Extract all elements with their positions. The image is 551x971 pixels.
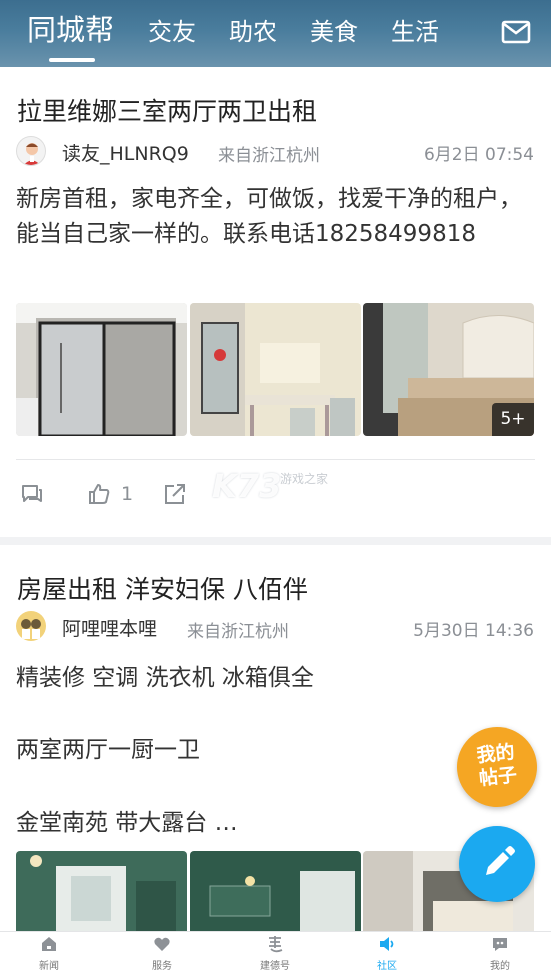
post-image-living[interactable] bbox=[16, 851, 187, 935]
nav-label: 我的 bbox=[490, 961, 510, 971]
post-body-line: 精装修 空调 洗衣机 冰箱俱全 bbox=[16, 665, 314, 691]
avatar[interactable] bbox=[16, 611, 46, 641]
post-body-line: 金堂南苑 带大露台 … bbox=[16, 810, 238, 836]
tab-jiaoyou[interactable]: 交友 bbox=[148, 14, 196, 50]
tab-zhunong[interactable]: 助农 bbox=[229, 14, 277, 50]
mail-icon[interactable] bbox=[501, 20, 531, 44]
watermark-subtitle: 游戏之家 bbox=[280, 472, 329, 486]
watermark-logo: K73 bbox=[212, 467, 282, 505]
post-time: 6月2日 07:54 bbox=[423, 145, 534, 165]
jiande-icon bbox=[269, 936, 283, 953]
post-image-bedroom[interactable]: 5+ bbox=[363, 303, 534, 436]
nav-item-mine[interactable]: 我的 bbox=[470, 934, 530, 971]
post-image-dining[interactable] bbox=[190, 303, 361, 436]
author-name[interactable]: 读友_HLNRQ9 bbox=[62, 139, 189, 166]
post-divider bbox=[16, 459, 535, 460]
compose-post-button[interactable] bbox=[459, 826, 535, 902]
my-posts-label-line2: 帖子 bbox=[477, 764, 519, 790]
tab-meishi[interactable]: 美食 bbox=[310, 14, 358, 50]
post-title[interactable]: 房屋出租 洋安妇保 八佰伴 bbox=[17, 570, 308, 606]
nav-item-service[interactable]: 服务 bbox=[132, 934, 192, 971]
comment-icon[interactable] bbox=[20, 482, 44, 506]
post-image-room[interactable] bbox=[190, 851, 361, 935]
post-time: 5月30日 14:36 bbox=[413, 621, 534, 641]
nav-label: 新闻 bbox=[39, 961, 59, 971]
nav-label: 建德号 bbox=[260, 961, 290, 971]
post-origin: 来自浙江杭州 bbox=[218, 146, 320, 166]
like-icon[interactable] bbox=[87, 482, 111, 506]
active-tab-indicator bbox=[49, 58, 95, 62]
pencil-icon bbox=[486, 846, 515, 875]
profile-icon bbox=[493, 938, 507, 951]
heart-icon bbox=[154, 937, 170, 951]
my-posts-label-line1: 我的 bbox=[475, 741, 516, 767]
nav-item-jiandehao[interactable]: 建德号 bbox=[245, 934, 305, 971]
home-icon bbox=[42, 937, 56, 951]
post-body: 新房首租，家电齐全，可做饭，找爱干净的租户，能当自己家一样的。联系电话18258… bbox=[16, 186, 522, 247]
post-origin: 来自浙江杭州 bbox=[187, 622, 289, 642]
post-title[interactable]: 拉里维娜三室两厅两卫出租 bbox=[17, 92, 317, 128]
top-nav: 同城帮 交友 助农 美食 生活 bbox=[0, 0, 551, 67]
more-images-badge[interactable]: 5+ bbox=[492, 403, 534, 436]
nav-label: 社区 bbox=[377, 961, 397, 971]
tab-shenghuo[interactable]: 生活 bbox=[391, 14, 439, 50]
nav-label: 服务 bbox=[152, 961, 172, 971]
avatar[interactable] bbox=[16, 136, 46, 166]
community-icon bbox=[380, 937, 394, 951]
like-count: 1 bbox=[121, 483, 134, 505]
author-name[interactable]: 阿哩哩本哩 bbox=[62, 614, 157, 641]
bottom-nav: 新闻 服务 建德号 社区 我的 bbox=[0, 931, 551, 971]
nav-item-community[interactable]: 社区 bbox=[357, 934, 417, 971]
tab-tongchengbang[interactable]: 同城帮 bbox=[27, 12, 114, 48]
post-body-line: 两室两厅一厨一卫 bbox=[16, 737, 200, 763]
share-icon[interactable] bbox=[163, 482, 187, 506]
post-image-bathroom[interactable] bbox=[16, 303, 187, 436]
nav-item-news[interactable]: 新闻 bbox=[19, 934, 79, 971]
